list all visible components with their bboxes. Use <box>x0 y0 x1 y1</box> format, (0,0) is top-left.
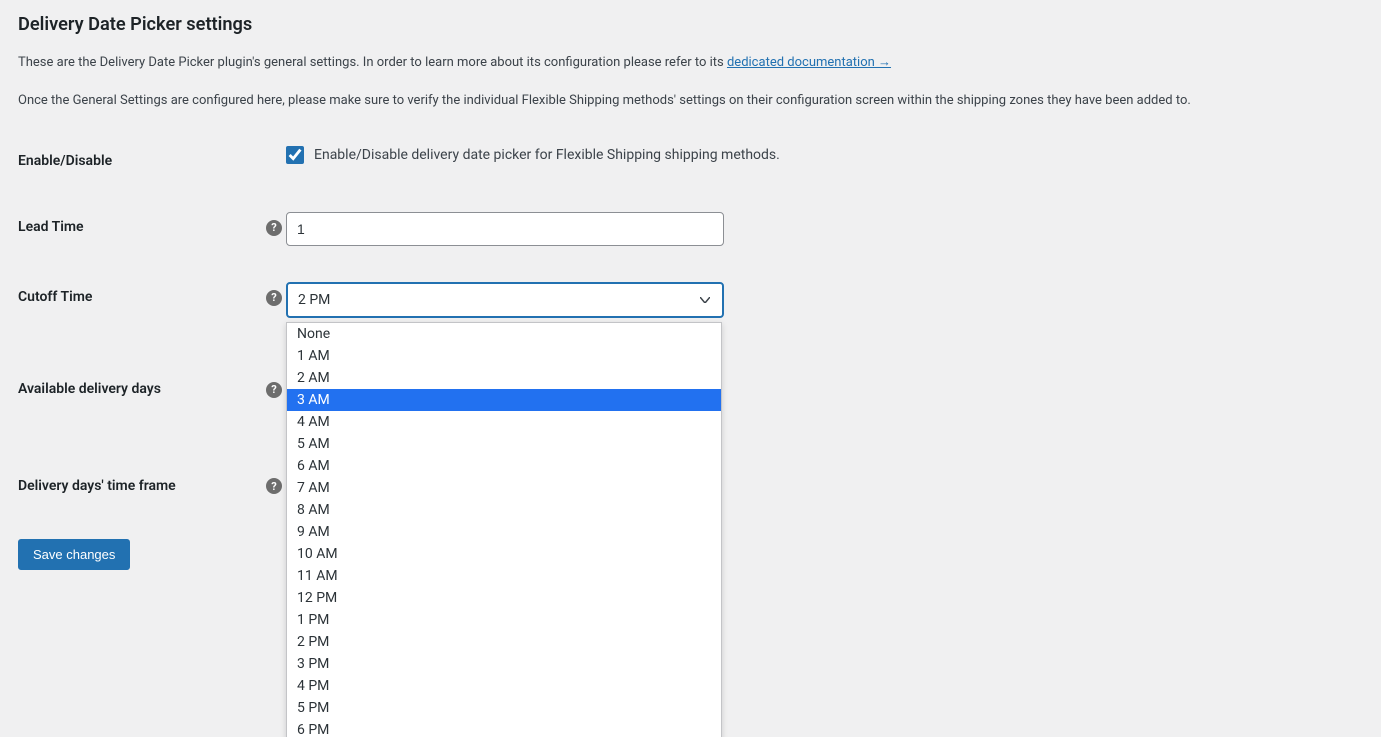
cutoff-option[interactable]: 7 AM <box>287 477 721 499</box>
cutoff-option[interactable]: 3 AM <box>287 389 721 411</box>
help-icon[interactable]: ? <box>266 290 282 306</box>
documentation-link[interactable]: dedicated documentation → <box>727 55 891 70</box>
cutoff-option[interactable]: 8 AM <box>287 499 721 521</box>
save-changes-button[interactable]: Save changes <box>18 539 130 570</box>
cutoff-option[interactable]: 12 PM <box>287 587 721 609</box>
cutoff-option[interactable]: 6 AM <box>287 455 721 477</box>
cutoff-time-dropdown[interactable]: None1 AM2 AM3 AM4 AM5 AM6 AM7 AM8 AM9 AM… <box>286 322 722 737</box>
lead-time-label: Lead Time <box>18 194 258 264</box>
available-days-label: Available delivery days <box>18 336 258 423</box>
cutoff-time-label: Cutoff Time <box>18 264 258 336</box>
cutoff-option[interactable]: 2 AM <box>287 367 721 389</box>
time-frame-label: Delivery days' time frame <box>18 423 258 520</box>
enable-disable-desc: Enable/Disable delivery date picker for … <box>314 147 780 163</box>
cutoff-option[interactable]: 9 AM <box>287 521 721 543</box>
cutoff-option[interactable]: 5 PM <box>287 697 721 719</box>
cutoff-option[interactable]: 11 AM <box>287 565 721 587</box>
lead-time-input[interactable] <box>286 212 724 246</box>
cutoff-option[interactable]: 1 AM <box>287 345 721 367</box>
cutoff-option[interactable]: 5 AM <box>287 433 721 455</box>
cutoff-option[interactable]: 6 PM <box>287 719 721 737</box>
cutoff-option[interactable]: 4 AM <box>287 411 721 433</box>
cutoff-time-select[interactable]: 2 PM <box>286 282 724 318</box>
cutoff-option[interactable]: 2 PM <box>287 631 721 653</box>
cutoff-option[interactable]: 3 PM <box>287 653 721 675</box>
intro-text-1: These are the Delivery Date Picker plugi… <box>18 55 727 70</box>
help-icon[interactable]: ? <box>266 478 282 494</box>
enable-disable-checkbox[interactable] <box>286 146 304 164</box>
help-icon[interactable]: ? <box>266 220 282 236</box>
enable-disable-label: Enable/Disable <box>18 128 258 194</box>
cutoff-time-value: 2 PM <box>298 292 330 308</box>
intro-line-1: These are the Delivery Date Picker plugi… <box>18 53 1363 73</box>
cutoff-option[interactable]: 4 PM <box>287 675 721 697</box>
help-icon[interactable]: ? <box>266 382 282 398</box>
page-title: Delivery Date Picker settings <box>18 14 1363 35</box>
cutoff-option[interactable]: None <box>287 323 721 345</box>
cutoff-option[interactable]: 10 AM <box>287 543 721 565</box>
chevron-down-icon <box>698 293 712 307</box>
cutoff-option[interactable]: 1 PM <box>287 609 721 631</box>
intro-line-2: Once the General Settings are configured… <box>18 91 1363 111</box>
